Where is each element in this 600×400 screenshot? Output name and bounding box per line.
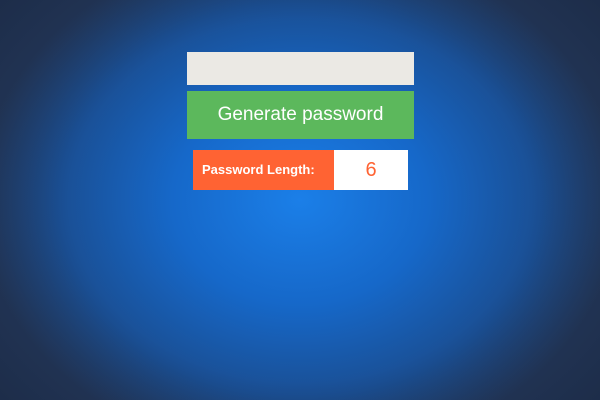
generate-password-button[interactable]: Generate password	[187, 91, 414, 139]
password-length-label: Password Length:	[193, 150, 334, 190]
password-length-input[interactable]	[334, 150, 408, 190]
password-output-field[interactable]	[187, 52, 414, 85]
password-length-row: Password Length:	[193, 150, 408, 190]
